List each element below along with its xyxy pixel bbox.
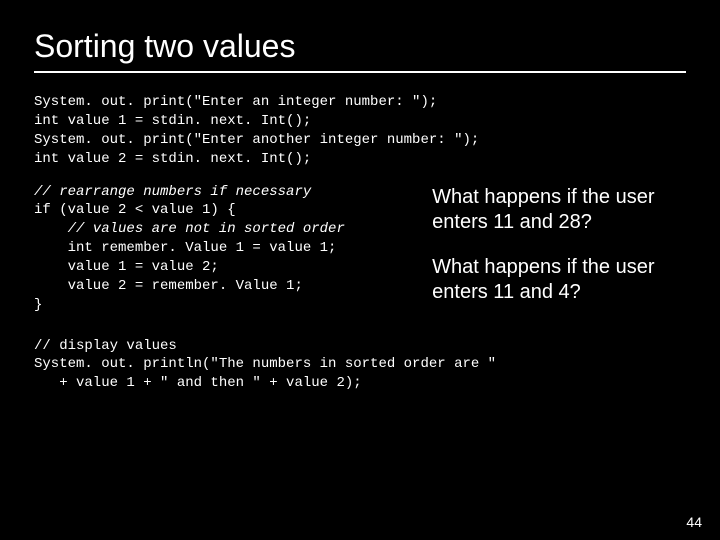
question-1: What happens if the user enters 11 and 2… — [432, 185, 686, 235]
two-column: // rearrange numbers if necessary if (va… — [34, 183, 686, 325]
code-block-display: // display values System. out. println("… — [34, 337, 686, 394]
code-comment: // values are not in sorted order — [34, 221, 345, 237]
code-line: value 1 = value 2; — [34, 259, 219, 275]
code-block-input: System. out. print("Enter an integer num… — [34, 93, 686, 169]
slide-title: Sorting two values — [34, 28, 686, 73]
code-line: System. out. print("Enter an integer num… — [34, 94, 437, 110]
question-panel: What happens if the user enters 11 and 2… — [432, 183, 686, 325]
code-line: System. out. println("The numbers in sor… — [34, 356, 496, 372]
code-block-sort: // rearrange numbers if necessary if (va… — [34, 183, 412, 315]
code-line: int remember. Value 1 = value 1; — [34, 240, 336, 256]
page-number: 44 — [686, 514, 702, 530]
code-comment: // display values — [34, 338, 177, 354]
code-line: System. out. print("Enter another intege… — [34, 132, 479, 148]
code-line: if (value 2 < value 1) { — [34, 202, 236, 218]
code-line: int value 1 = stdin. next. Int(); — [34, 113, 311, 129]
code-line: } — [34, 297, 42, 313]
code-line: value 2 = remember. Value 1; — [34, 278, 303, 294]
code-line: + value 1 + " and then " + value 2); — [34, 375, 362, 391]
question-2: What happens if the user enters 11 and 4… — [432, 255, 686, 305]
code-line: int value 2 = stdin. next. Int(); — [34, 151, 311, 167]
slide: Sorting two values System. out. print("E… — [0, 0, 720, 393]
code-comment: // rearrange numbers if necessary — [34, 184, 311, 200]
